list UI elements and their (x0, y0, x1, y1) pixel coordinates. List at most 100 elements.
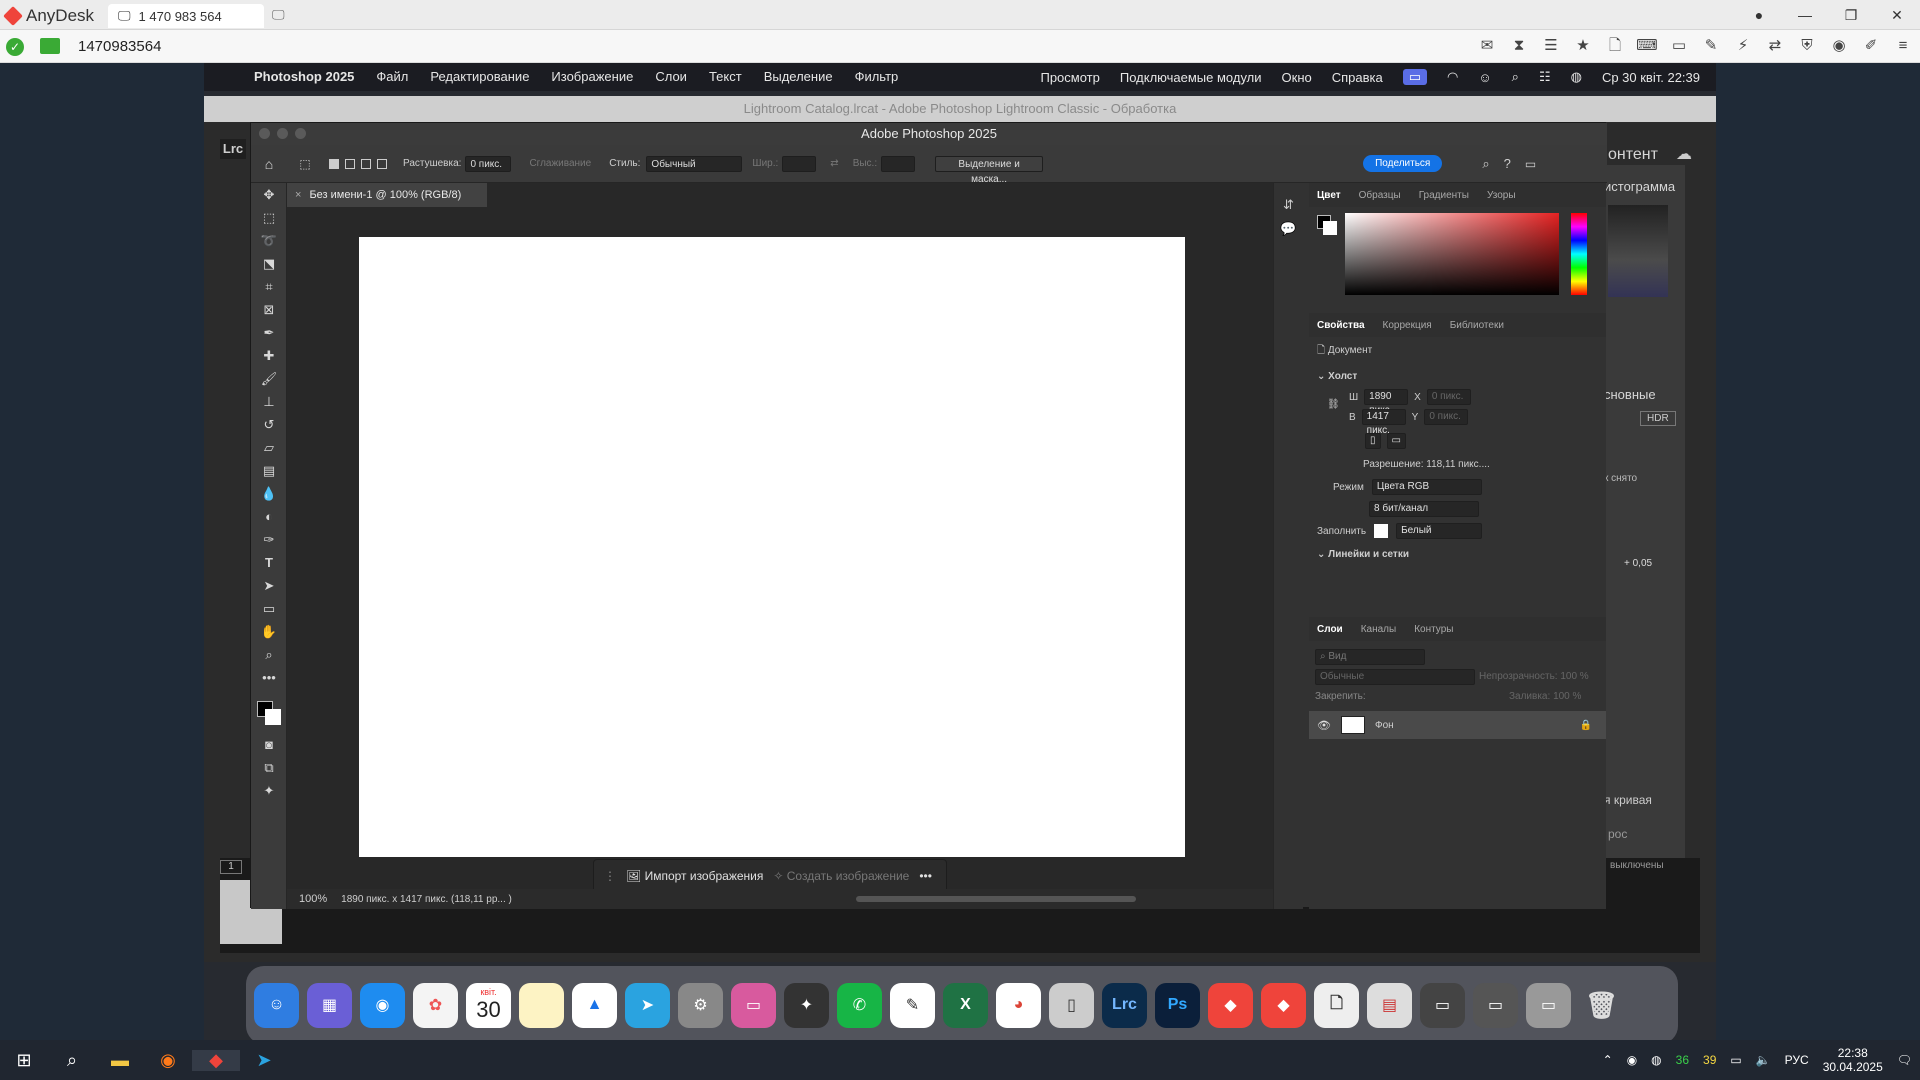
bit-depth-select[interactable]: 8 бит/канал (1369, 501, 1479, 517)
windows-start-icon[interactable]: ⊞ (0, 1050, 48, 1071)
crop-tool-icon[interactable]: ⌗ (251, 275, 287, 298)
star-icon[interactable]: ★ (1572, 35, 1594, 57)
drag-handle-icon[interactable]: ⋮ (604, 869, 616, 883)
file-explorer-icon[interactable]: ▬ (96, 1050, 144, 1071)
chrome-icon[interactable]: ◕ (996, 982, 1041, 1028)
generative-icon[interactable]: ✦ (251, 779, 287, 802)
dodge-tool-icon[interactable]: ◐ (251, 505, 287, 528)
close-button[interactable]: ✕ (1874, 7, 1920, 24)
tab-layers[interactable]: Слои (1317, 624, 1343, 635)
rectangle-tool-icon[interactable]: ▭ (251, 597, 287, 620)
zoom-tool-icon[interactable]: ⌕ (251, 643, 287, 666)
switch-icon[interactable]: ⇄ (1764, 35, 1786, 57)
menu-window[interactable]: Окно (1282, 70, 1312, 85)
blur-tool-icon[interactable]: 💧 (251, 482, 287, 505)
workspace-icon[interactable]: ▭ (1525, 157, 1536, 171)
quick-mask-icon[interactable]: ◙ (251, 733, 287, 756)
layer-row[interactable]: 👁 Фон 🔒 (1309, 711, 1606, 739)
layer-name[interactable]: Фон (1375, 720, 1394, 731)
tab-paths[interactable]: Контуры (1414, 624, 1453, 635)
lightroom-classic-icon[interactable]: Lrc (1102, 982, 1147, 1028)
search-icon[interactable]: ⌕ (1512, 69, 1519, 85)
excel-icon[interactable]: X (943, 982, 988, 1028)
menu-app-name[interactable]: Photoshop 2025 (254, 69, 354, 84)
pen-tool-icon[interactable]: ✑ (251, 528, 287, 551)
chat-icon[interactable]: ✉ (1476, 35, 1498, 57)
menu-layers[interactable]: Слои (655, 69, 687, 84)
photoshop-icon[interactable]: Ps (1155, 982, 1200, 1028)
doc-info[interactable]: 1890 пикс. x 1417 пикс. (118,11 pp... ) (341, 894, 512, 905)
gradient-tool-icon[interactable]: ▤ (251, 459, 287, 482)
close-tab-icon[interactable]: × (295, 189, 301, 201)
shield-icon[interactable]: ⛨ (1796, 35, 1818, 57)
siri-icon[interactable]: ◍ (1571, 69, 1582, 85)
window-thumbnail-2-icon[interactable]: ▭ (1473, 982, 1518, 1028)
message-icon[interactable]: ✎ (1700, 35, 1722, 57)
portrait-icon[interactable]: ▯ (1365, 433, 1381, 449)
opacity-input[interactable]: 100 % (1560, 671, 1588, 682)
healing-tool-icon[interactable]: ✚ (251, 344, 287, 367)
home-icon[interactable]: ⌂ (251, 156, 287, 172)
lrc-hdr-button[interactable]: HDR (1640, 411, 1676, 426)
tab-properties[interactable]: Свойства (1317, 320, 1365, 331)
anydesk-alt-icon[interactable]: ◆ (1261, 982, 1306, 1028)
hand-tool-icon[interactable]: ✋ (251, 620, 287, 643)
document-thumbnail-icon[interactable]: 🗋 (1314, 982, 1359, 1028)
remote-monitor-icon[interactable] (40, 38, 60, 54)
lightning-icon[interactable]: ⚡ (1732, 35, 1754, 57)
screen-share-icon[interactable]: ▭ (1402, 69, 1428, 85)
account-icon[interactable]: ● (1736, 7, 1782, 23)
eraser-tool-icon[interactable]: ▱ (251, 436, 287, 459)
menu-select[interactable]: Выделение (764, 69, 833, 84)
canvas-x-input[interactable]: 0 пикс. (1426, 389, 1471, 405)
tray-counter-1[interactable]: 36 (1676, 1053, 1689, 1067)
tray-app-icon[interactable]: ◉ (1627, 1053, 1637, 1067)
iphone-mirroring-icon[interactable]: ▯ (1049, 982, 1094, 1028)
address-id-input[interactable]: 1470983564 (78, 38, 161, 55)
tab-swatches[interactable]: Образцы (1359, 190, 1401, 201)
import-image-button[interactable]: 🖼 Импорт изображения (626, 869, 763, 883)
volume-icon[interactable]: 🔈 (1756, 1053, 1771, 1067)
horizontal-scrollbar[interactable] (855, 896, 1136, 902)
search-icon[interactable]: ⌕ (1482, 156, 1489, 172)
anydesk-taskbar-icon[interactable]: ◆ (192, 1049, 240, 1071)
tab-patterns[interactable]: Узоры (1487, 190, 1516, 201)
anydesk-session-tab[interactable]: 🖵 1 470 983 564 (108, 4, 264, 28)
stamp-tool-icon[interactable]: ⊥ (251, 390, 287, 413)
help-icon[interactable]: ? (1504, 156, 1511, 171)
menu-edit[interactable]: Редактирование (430, 69, 529, 84)
swap-icon[interactable]: ⇄ (830, 158, 838, 169)
landscape-icon[interactable]: ▭ (1386, 433, 1406, 449)
more-options-button[interactable]: ••• (919, 869, 932, 883)
comments-panel-icon[interactable]: 💬 (1274, 221, 1303, 237)
file-icon[interactable]: 🗋 (1604, 35, 1626, 57)
create-image-button[interactable]: ✧ Создать изображение (773, 869, 909, 883)
color-mode-select[interactable]: Цвета RGB (1371, 479, 1482, 495)
language-indicator[interactable]: РУС (1785, 1053, 1809, 1067)
feather-input[interactable]: 0 пикс. (465, 155, 512, 172)
height-input[interactable] (881, 155, 916, 172)
more-tools-icon[interactable]: ••• (251, 666, 287, 689)
photos-icon[interactable]: ✿ (413, 982, 458, 1028)
tab-channels[interactable]: Каналы (1361, 624, 1397, 635)
menu-type[interactable]: Текст (709, 69, 742, 84)
ps-canvas[interactable] (359, 237, 1185, 857)
lock-icon[interactable]: 🔒 (1580, 720, 1592, 731)
wifi-icon[interactable]: ◠ (1447, 69, 1458, 85)
calendar-icon[interactable]: квіт. 30 (466, 982, 511, 1028)
menu-file[interactable]: Файл (376, 69, 408, 84)
tray-app-2-icon[interactable]: ◍ (1651, 1053, 1661, 1067)
tab-color[interactable]: Цвет (1317, 190, 1341, 201)
anydesk-icon[interactable]: ◆ (1208, 982, 1253, 1028)
pen-icon[interactable]: ✐ (1860, 35, 1882, 57)
history-panel-icon[interactable]: ⇵ (1274, 197, 1303, 213)
record-icon[interactable]: ◉ (1828, 35, 1850, 57)
window-thumbnail-icon[interactable]: ▭ (1420, 982, 1465, 1028)
marquee-tool-icon[interactable]: ⬚ (287, 157, 323, 171)
canvas-section[interactable]: Холст (1328, 371, 1357, 382)
network-icon[interactable]: ▭ (1730, 1053, 1741, 1067)
menu-icon[interactable]: ≡ (1892, 35, 1914, 57)
davinci-resolve-icon[interactable]: ✦ (784, 982, 829, 1028)
tab-libraries[interactable]: Библиотеки (1450, 320, 1504, 331)
notes-icon[interactable] (519, 982, 564, 1028)
